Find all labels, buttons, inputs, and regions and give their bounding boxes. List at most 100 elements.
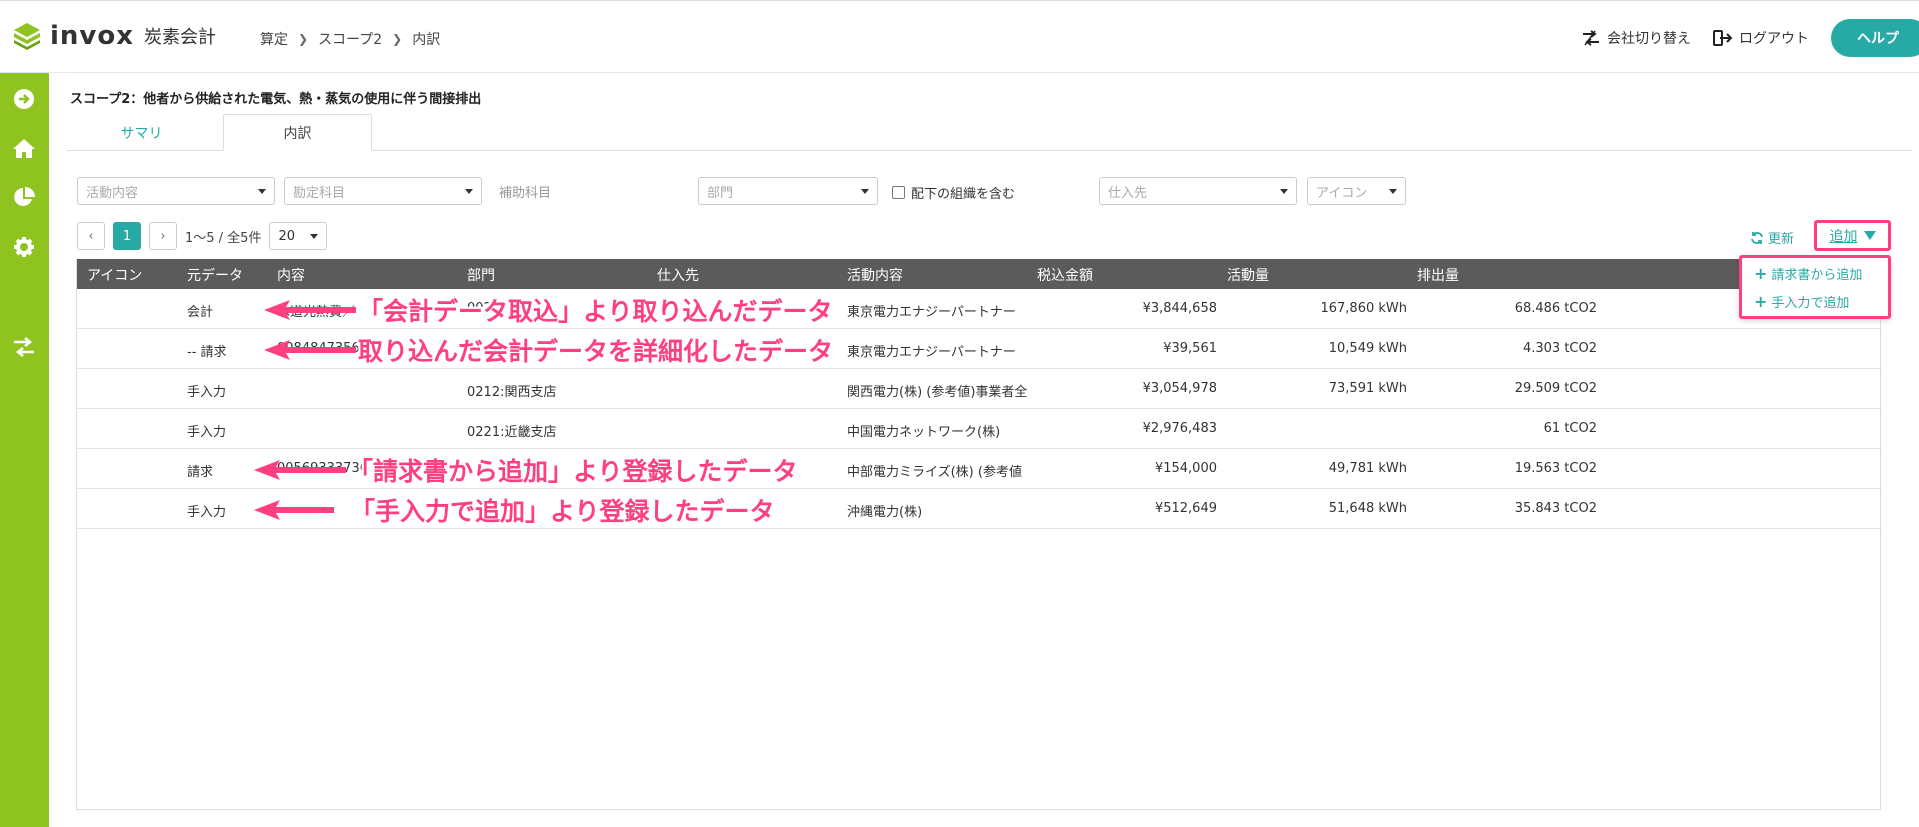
refresh-icon (1751, 231, 1763, 244)
column-header[interactable]: 仕入先 (657, 265, 699, 285)
app-logo[interactable]: invox 炭素会計 (12, 21, 216, 51)
include-sub-org-label: 配下の組織を含む (911, 187, 1016, 202)
next-page-button[interactable]: › (149, 222, 177, 250)
breadcrumb-item: 内訳 (412, 32, 441, 48)
caret-down-icon (258, 189, 266, 194)
plus-icon: + (1754, 264, 1768, 283)
amount-cell: ¥154,000 (1154, 461, 1217, 476)
column-header[interactable]: 内容 (277, 265, 305, 285)
account-filter[interactable]: 勘定科目 (284, 177, 482, 205)
logo-icon (14, 23, 40, 50)
logout-icon (1713, 30, 1733, 46)
arrow-right-circle-icon[interactable] (12, 87, 36, 111)
activity-filter-placeholder: 活動内容 (86, 185, 139, 201)
table-row[interactable]: 手入力 沖縄電力(株) ¥512,649 51,648 kWh 35.843 t… (77, 489, 1882, 529)
department-filter-placeholder: 部門 (707, 185, 734, 201)
chevron-right-icon: ❯ (392, 32, 403, 46)
annotation-arrow-icon (264, 340, 356, 360)
volume-cell: 10,549 kWh (1328, 341, 1407, 356)
logout-button[interactable]: ログアウト (1713, 28, 1809, 48)
amount-cell: ¥2,976,483 (1142, 421, 1217, 436)
caret-down-icon (310, 234, 319, 239)
main-panel: スコープ2：他者から供給された電気、熱・蒸気の使用に伴う間接排出 サマリ 内訳 … (57, 80, 1912, 820)
source-cell: 会計 (187, 305, 214, 320)
column-header[interactable]: アイコン (87, 265, 142, 285)
refresh-label: 更新 (1768, 232, 1795, 247)
tab-summary[interactable]: サマリ (67, 114, 216, 151)
add-dropdown-button[interactable]: 追加 (1814, 220, 1891, 251)
amount-cell: ¥39,561 (1163, 341, 1217, 356)
refresh-button[interactable]: 更新 (1750, 228, 1794, 247)
column-header[interactable]: 活動内容 (847, 265, 903, 285)
page-title: スコープ2：他者から供給された電気、熱・蒸気の使用に伴う間接排出 (70, 92, 482, 107)
switch-company-button[interactable]: 会社切り替え (1581, 28, 1691, 48)
supplier-filter[interactable]: 仕入先 (1099, 177, 1297, 205)
account-filter-placeholder: 勘定科目 (293, 185, 346, 201)
source-cell: 手入力 (187, 505, 227, 520)
gear-icon[interactable] (12, 235, 36, 259)
swap-icon[interactable] (12, 335, 36, 359)
source-cell: 請求 (187, 465, 214, 480)
column-header[interactable]: 元データ (187, 265, 243, 285)
page-size-value: 20 (278, 228, 296, 244)
breadcrumb-item[interactable]: スコープ2 (318, 29, 382, 49)
annotation-text: 取り込んだ会計データを詳細化したデータ (358, 337, 834, 366)
annotation-text: 「請求書から追加」より登録したデータ (348, 457, 798, 486)
sidebar (0, 73, 49, 827)
page-size-select[interactable]: 20 (269, 222, 328, 250)
tab-bar: サマリ 内訳 (67, 114, 1912, 151)
header-actions: 会社切り替え ログアウト ヘルプ (1581, 19, 1919, 57)
logo-subtitle: 炭素会計 (144, 27, 217, 48)
tab-breakdown[interactable]: 内訳 (223, 114, 372, 151)
breadcrumb-item[interactable]: 算定 (260, 29, 288, 49)
add-from-invoice-item[interactable]: + 請求書から追加 (1754, 264, 1862, 283)
activity-cell: 東京電力エナジーパートナー (847, 345, 1016, 360)
caret-down-icon (1389, 189, 1397, 194)
source-cell: 手入力 (187, 385, 227, 400)
annotation-arrow-icon (254, 500, 334, 520)
table-row[interactable]: 手入力 0212:関西支店 関西電力(株) (参考値)事業者全 ¥3,054,9… (77, 369, 1882, 409)
table-row[interactable]: 手入力 0221:近畿支店 中国電力ネットワーク(株) ¥2,976,483 6… (77, 409, 1882, 449)
switch-company-label: 会社切り替え (1607, 31, 1691, 47)
column-header[interactable]: 税込金額 (1037, 265, 1093, 285)
help-button[interactable]: ヘルプ (1831, 19, 1919, 57)
annotation-arrow-icon (254, 460, 346, 480)
chevron-right-icon: ❯ (298, 32, 309, 46)
checkbox-box[interactable] (892, 186, 905, 199)
activity-filter[interactable]: 活動内容 (77, 177, 275, 205)
logout-label: ログアウト (1739, 31, 1809, 47)
volume-cell: 49,781 kWh (1328, 461, 1407, 476)
add-manual-label: 手入力で追加 (1771, 296, 1850, 311)
source-cell: -- 請求 (187, 345, 227, 360)
column-header[interactable]: 部門 (467, 265, 495, 285)
icon-filter[interactable]: アイコン (1307, 177, 1406, 205)
add-label: 追加 (1829, 228, 1858, 245)
activity-cell: 関西電力(株) (参考値)事業者全 (847, 385, 1027, 400)
amount-cell: ¥3,054,978 (1142, 381, 1217, 396)
breadcrumb: 算定 ❯ スコープ2 ❯ 内訳 (260, 29, 440, 49)
emission-cell: 4.303 tCO2 (1522, 341, 1597, 356)
table-header: アイコン 元データ 内容 部門 仕入先 活動内容 税込金額 活動量 排出量 (77, 259, 1882, 289)
annotation-text: 「手入力で追加」より登録したデータ (350, 497, 775, 526)
column-header[interactable]: 排出量 (1417, 265, 1459, 285)
include-sub-org-checkbox[interactable]: 配下の組織を含む (892, 183, 1015, 202)
activity-cell: 東京電力エナジーパートナー (847, 305, 1016, 320)
home-icon[interactable] (12, 136, 36, 160)
emission-cell: 35.843 tCO2 (1514, 501, 1597, 516)
switch-icon (1583, 30, 1599, 46)
annotation-arrow-icon (264, 300, 356, 320)
volume-cell: 73,591 kWh (1328, 381, 1407, 396)
pie-chart-icon[interactable] (12, 185, 36, 209)
caret-down-icon (1280, 189, 1288, 194)
department-cell: 0221:近畿支店 (467, 425, 557, 440)
add-dropdown-menu: + 請求書から追加 + 手入力で追加 (1739, 255, 1891, 319)
department-filter[interactable]: 部門 (698, 177, 878, 205)
caret-down-icon (465, 189, 473, 194)
add-manual-item[interactable]: + 手入力で追加 (1754, 292, 1849, 311)
page-number-button[interactable]: 1 (113, 222, 141, 250)
activity-cell: 中国電力ネットワーク(株) (847, 425, 1001, 440)
emission-cell: 68.486 tCO2 (1514, 301, 1597, 316)
sub-account-filter[interactable]: 補助科目 (499, 182, 551, 201)
prev-page-button[interactable]: ‹ (77, 222, 105, 250)
column-header[interactable]: 活動量 (1227, 265, 1269, 285)
